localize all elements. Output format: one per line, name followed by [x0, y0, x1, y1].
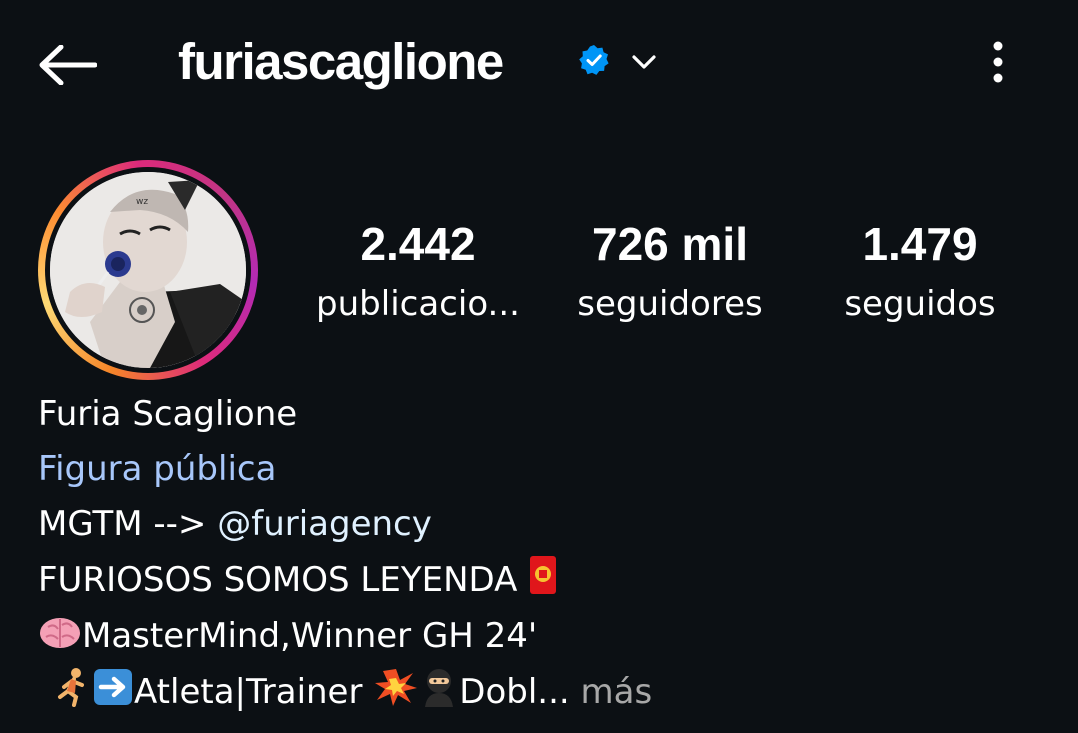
bio-atleta-text: Atleta|Trainer: [134, 672, 363, 712]
brain-emoji: [40, 618, 80, 648]
back-button[interactable]: [38, 40, 98, 90]
bio-more-link[interactable]: más: [581, 672, 653, 712]
stat-posts[interactable]: 2.442 publicacio...: [300, 214, 536, 334]
bio-mgtm-text: MGTM -->: [38, 504, 218, 544]
ninja-emoji: [425, 669, 454, 707]
stat-following[interactable]: 1.479 seguidos: [820, 214, 1020, 334]
verified-badge-icon: [579, 45, 609, 75]
stat-followers-value: 726 mil: [592, 218, 748, 270]
bio-mastermind-text: MasterMind,Winner GH 24': [82, 616, 538, 656]
stat-followers[interactable]: 726 mil seguidores: [555, 214, 785, 334]
stat-posts-value: 2.442: [360, 218, 476, 270]
back-arrow-icon: [39, 45, 97, 85]
story-ring[interactable]: wz: [38, 160, 258, 380]
stat-posts-label: publicacio...: [316, 284, 520, 324]
bio-dobl-text: Dobl...: [459, 672, 570, 712]
red-envelope-emoji: [530, 556, 557, 594]
svg-text:wz: wz: [136, 197, 148, 207]
bio-line-mastermind: MasterMind,Winner GH 24': [38, 608, 537, 664]
bio-line-furiosos: FURIOSOS SOMOS LEYENDA: [38, 552, 558, 608]
stat-following-label: seguidos: [844, 284, 996, 324]
avatar: wz: [50, 172, 246, 368]
bio-furiosos-text: FURIOSOS SOMOS LEYENDA: [38, 560, 518, 600]
stat-followers-label: seguidores: [577, 284, 763, 324]
profile-photo: wz: [50, 172, 246, 368]
right-arrow-emoji: [94, 669, 132, 705]
more-options-button[interactable]: [978, 38, 1018, 86]
bio-line-atleta: Atleta|Trainer Dobl... más: [54, 664, 652, 720]
more-vertical-icon: [993, 41, 1003, 83]
bio-line-mgtm: MGTM --> @furiagency: [38, 496, 432, 552]
mention-link[interactable]: @furiagency: [217, 504, 432, 544]
runner-emoji: [58, 668, 84, 707]
profile-username[interactable]: furiascaglione: [178, 30, 504, 94]
profile-full-name: Furia Scaglione: [38, 394, 298, 434]
stat-following-value: 1.479: [862, 218, 978, 270]
profile-category: Figura pública: [38, 449, 277, 489]
profile-page: furiascaglione wz 2.442 publicacio... 72…: [0, 0, 1078, 733]
chevron-down-icon[interactable]: [628, 48, 660, 76]
collision-emoji: [375, 669, 418, 706]
